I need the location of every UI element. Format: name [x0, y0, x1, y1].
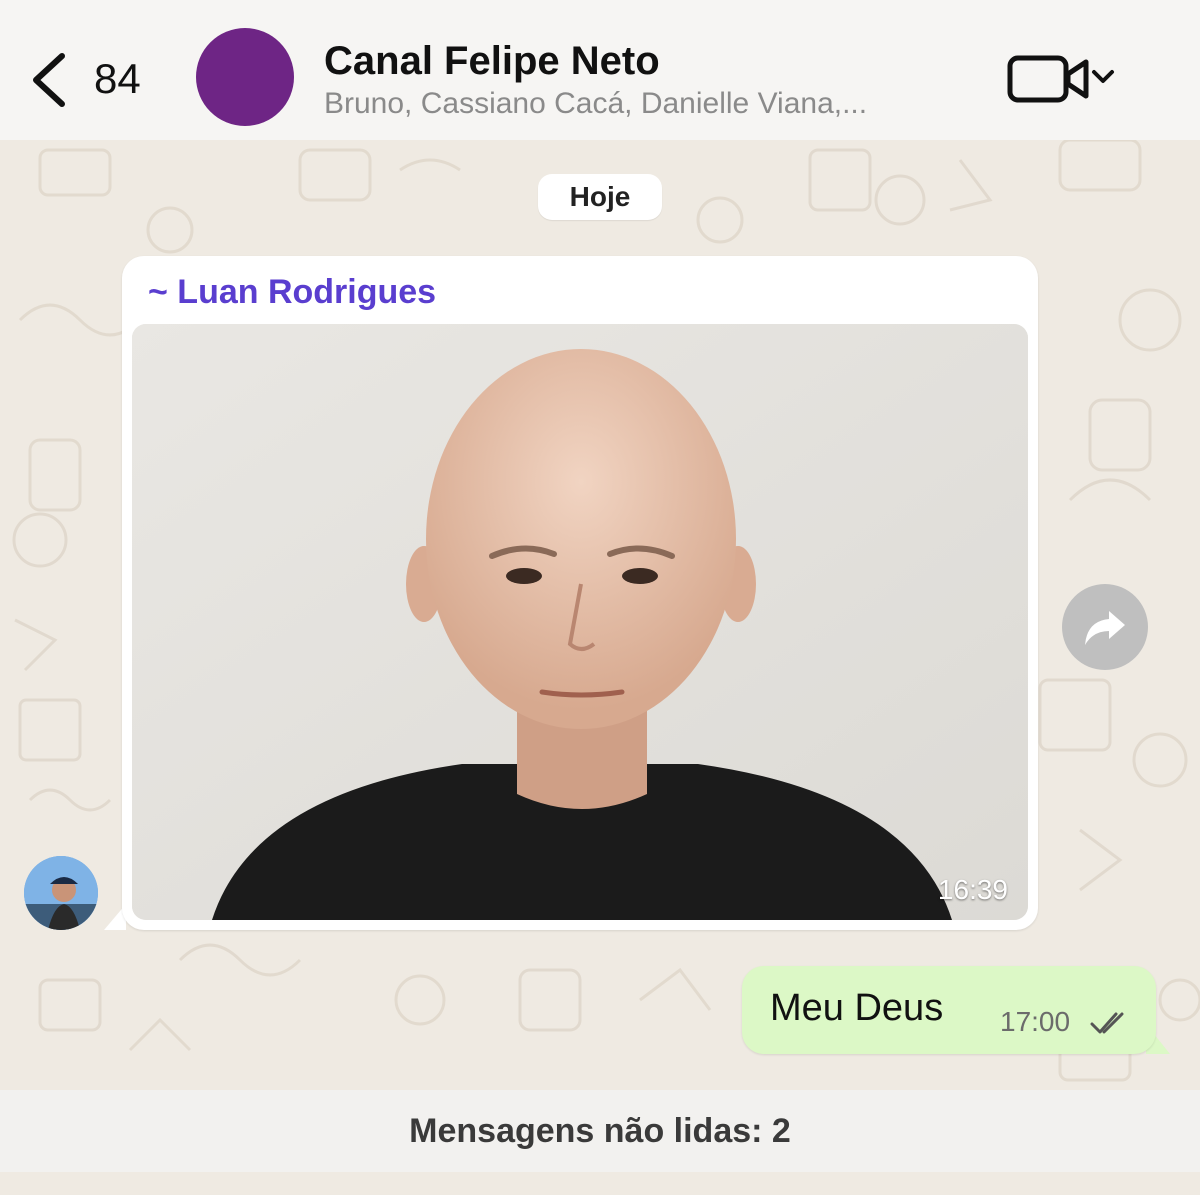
message-photo[interactable]: 16:39 — [132, 324, 1028, 920]
bottom-strip — [0, 1172, 1200, 1190]
message-text: Meu Deus — [770, 987, 944, 1029]
message-time: 16:39 — [937, 874, 1008, 905]
portrait-photo-image — [132, 324, 1028, 920]
group-avatar[interactable] — [196, 28, 294, 126]
chevron-left-icon — [33, 53, 65, 107]
sender-avatar[interactable] — [24, 856, 98, 930]
sender-profile-photo — [24, 856, 98, 930]
date-separator: Hoje — [538, 174, 662, 220]
chat-participants[interactable]: Bruno, Cassiano Cacá, Danielle Viana,... — [324, 86, 964, 122]
unread-messages-banner[interactable]: Mensagens não lidas: 2 — [0, 1090, 1200, 1172]
chat-title[interactable]: Canal Felipe Neto — [324, 38, 660, 84]
forward-button[interactable] — [1062, 584, 1148, 670]
outgoing-text-message[interactable]: Meu Deus 17:00 — [742, 966, 1156, 1054]
video-camera-icon — [1007, 55, 1114, 103]
incoming-image-message[interactable]: ~ Luan Rodrigues 16:39 — [122, 256, 1038, 930]
double-check-icon — [1090, 1012, 1124, 1034]
unread-chats-count: 84 — [94, 55, 141, 102]
message-sender-name[interactable]: ~ Luan Rodrigues — [148, 272, 436, 312]
message-time: 17:00 — [1000, 1006, 1071, 1037]
back-button[interactable]: 84 — [28, 48, 168, 110]
forward-arrow-icon — [1085, 611, 1125, 645]
video-call-button[interactable] — [1006, 52, 1118, 108]
chevron-down-icon — [1092, 70, 1114, 83]
chat-header: 84 Canal Felipe Neto Bruno, Cassiano Cac… — [0, 0, 1200, 140]
